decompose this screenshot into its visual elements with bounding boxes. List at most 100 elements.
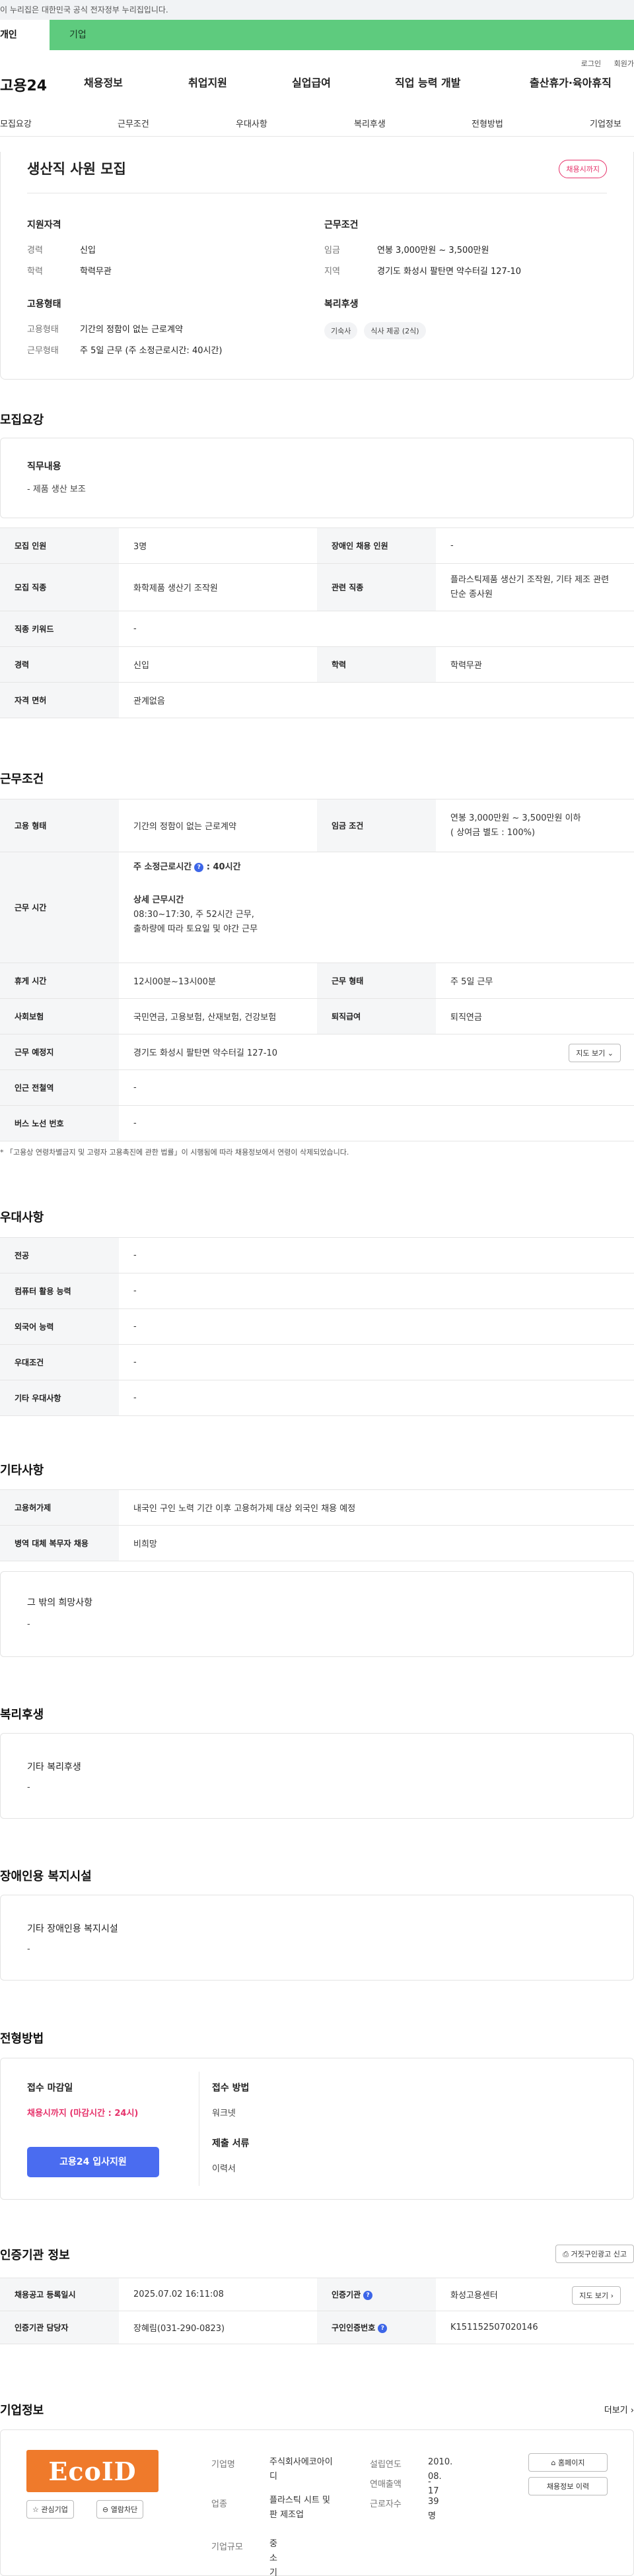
tab-personal[interactable]: 개인 — [0, 20, 50, 50]
age-notice: * 「고용상 연령차별금지 및 고령자 고용촉진에 관한 법률」이 시행됨에 따… — [0, 1148, 349, 1157]
star-icon: ☆ — [32, 2505, 39, 2514]
edu-label: 학력 — [27, 267, 43, 277]
area-label: 지역 — [324, 267, 340, 277]
map-button-label: 지도 보기 — [579, 2291, 609, 2300]
block-company-button[interactable]: ⊖ 열람차단 — [96, 2500, 144, 2519]
agency-map-button[interactable]: 지도 보기 › — [572, 2286, 621, 2305]
info-icon[interactable]: ? — [378, 2323, 388, 2333]
apply-button[interactable]: 고용24 입사지원 — [27, 2147, 159, 2177]
major-value: - — [119, 1237, 634, 1273]
conditions-block: 근무조건 임금 연봉 3,000만원 ~ 3,500만원 지역 경기도 화성시 팔탄… — [324, 218, 521, 285]
tab-company[interactable]: 기업 — [50, 20, 634, 50]
etc-table: 고용허가제 내국인 구인 노력 기간 이후 고용허가제 대상 외국인 채용 예정 … — [0, 1489, 634, 1561]
register-date-value: 2025.07.02 16:11:08 — [119, 2278, 317, 2311]
section-title-disability: 장애인용 복지시설 — [0, 1870, 92, 1883]
military-label: 병역 대체 복무자 채용 — [0, 1525, 119, 1561]
sales-label: 연매출액 — [370, 2480, 402, 2490]
detail-hours-line2: 출하량에 따라 토요일 및 야간 근무 — [133, 924, 258, 934]
employment-type-value: 기간의 정함이 없는 근로계약 — [119, 799, 317, 852]
agency-name: 화성고용센터 — [450, 2291, 498, 2301]
section-title-welfare: 복리후생 — [0, 1708, 44, 1722]
section-title-recruit: 모집요강 — [0, 413, 44, 427]
related-job-value: 플라스틱제품 생산기 조작원, 기타 제조 관련 단순 종사원 — [436, 563, 634, 611]
work-shape-label: 근무형태 — [27, 346, 59, 356]
util-links: 로그인 회원가 — [571, 58, 634, 69]
headcount-label: 모집 인원 — [0, 527, 119, 564]
work-shape-value: 주 5일 근무 (주 소정근로시간: 40시간) — [80, 346, 223, 356]
map-button[interactable]: 지도 보기 ⌄ — [569, 1044, 621, 1062]
cert-number-value: K151152507020146 — [436, 2311, 634, 2344]
section-title-work: 근무조건 — [0, 772, 44, 786]
job-history-button[interactable]: 채용정보 이력 — [528, 2477, 608, 2495]
detail-hours-line1: 08:30~17:30, 주 52시간 근무, — [133, 910, 254, 920]
founded-value: 2010. 08. 17 — [428, 2457, 453, 2496]
welfare-block: 복리후생 기숙사 식사 제공 (2식) — [324, 297, 426, 339]
logo[interactable]: 고용24 — [0, 74, 47, 95]
subnav-company[interactable]: 기업정보 — [590, 117, 621, 129]
homepage-button[interactable]: ⌂ 홈페이지 — [528, 2453, 608, 2472]
job-type-value: 화학제품 생산기 조작원 — [119, 563, 317, 611]
job-summary-card: 생산직 사원 모집 채용시까지 지원자격 경력 신입 학력 학력무관 근무조건 임금… — [0, 152, 634, 380]
documents-value: 이력서 — [212, 2164, 236, 2174]
disability-title: 기타 장애인용 복지시설 — [27, 1924, 118, 1934]
detail-hours-label: 상세 근무시간 — [133, 895, 184, 905]
retirement-label: 퇴직급여 — [317, 998, 436, 1034]
edu-value: 학력무관 — [436, 646, 634, 683]
menu-training[interactable]: 직업 능력 개발 — [395, 74, 460, 90]
register-date-label: 채용공고 등록일시 — [0, 2278, 119, 2311]
welfare-box: 기타 복리후생 - — [0, 1733, 634, 1819]
language-label: 외국어 능력 — [0, 1308, 119, 1345]
pref-etc-value: - — [119, 1380, 634, 1416]
subnav-welfare[interactable]: 복리후생 — [354, 117, 386, 129]
pref-condition-value: - — [119, 1344, 634, 1380]
pref-etc-label: 기타 우대사항 — [0, 1380, 119, 1416]
company-name-value: 주식회사에코아이 디 — [269, 2455, 349, 2484]
info-icon[interactable]: ? — [194, 862, 204, 872]
report-label: 거짓구인광고 신고 — [571, 2250, 627, 2258]
subnav-work[interactable]: 근무조건 — [118, 117, 149, 129]
favorite-company-button[interactable]: ☆ 관심기업 — [26, 2500, 74, 2519]
company-logo: EcoID — [26, 2450, 158, 2492]
pref-condition-label: 우대조건 — [0, 1344, 119, 1380]
subnav-pref[interactable]: 우대사항 — [236, 117, 267, 129]
login-link[interactable]: 로그인 — [581, 59, 601, 68]
subnav-selection[interactable]: 전형방법 — [472, 117, 503, 129]
keyword-value: - — [119, 611, 634, 647]
career-value: 신입 — [80, 246, 96, 255]
favorite-label: 관심기업 — [41, 2505, 68, 2514]
language-value: - — [119, 1308, 634, 1345]
edu-value: 학력무관 — [80, 267, 112, 277]
welfare-title: 기타 복리후생 — [27, 1762, 81, 1773]
documents-label: 제출 서류 — [212, 2138, 250, 2149]
signup-link[interactable]: 회원가 — [614, 59, 634, 68]
work-shape-value: 주 5일 근무 — [436, 963, 634, 999]
menu-jobs[interactable]: 채용정보 — [84, 74, 123, 90]
menu-employment-support[interactable]: 취업지원 — [188, 74, 227, 90]
apply-method-label: 접수 방법 — [212, 2083, 250, 2093]
break-value: 12시00분~13시00분 — [119, 963, 317, 999]
disabled-value: - — [436, 527, 634, 564]
disabled-label: 장애인 채용 인원 — [317, 527, 436, 564]
welfare-chip: 기숙사 — [324, 322, 358, 339]
agency-label-text: 인증기관 — [332, 2290, 361, 2299]
agency-staff-label: 인증기관 담당자 — [0, 2311, 119, 2344]
subnav-recruit[interactable]: 모집요강 — [0, 117, 32, 129]
qualification-heading: 지원자격 — [27, 220, 61, 230]
selection-box: 접수 마감일 채용시까지 (마감시간 : 24시) 고용24 입사지원 접수 방… — [0, 2058, 634, 2200]
staff-count-value: 39명 — [428, 2497, 439, 2521]
info-icon[interactable]: ? — [363, 2290, 373, 2300]
company-more-link[interactable]: 더보기 › — [604, 2403, 634, 2416]
report-fake-ad-button[interactable]: ⎙ 거짓구인광고 신고 — [555, 2245, 634, 2263]
disability-value: - — [27, 1944, 30, 1954]
deadline-value: 채용시까지 (마감시간 : 24시) — [27, 2109, 139, 2118]
menu-leave[interactable]: 출산휴가·육아휴직 — [530, 74, 612, 90]
employment-type-value: 기간의 정함이 없는 근로계약 — [80, 325, 183, 335]
other-wishes-title: 그 밖의 희망사항 — [27, 1598, 93, 1608]
job-type-label: 모집 직종 — [0, 563, 119, 611]
menu-unemployment[interactable]: 실업급여 — [292, 74, 331, 90]
header: 고용24 채용정보 취업지원 실업급여 직업 능력 개발 출산휴가·육아휴직 로… — [0, 50, 634, 119]
military-value: 비희망 — [119, 1525, 634, 1561]
gov-banner: 이 누리집은 대한민국 공식 전자정부 누리집입니다. — [0, 0, 634, 20]
conditions-heading: 근무조건 — [324, 220, 359, 230]
apply-method-value: 워크넷 — [212, 2109, 236, 2118]
